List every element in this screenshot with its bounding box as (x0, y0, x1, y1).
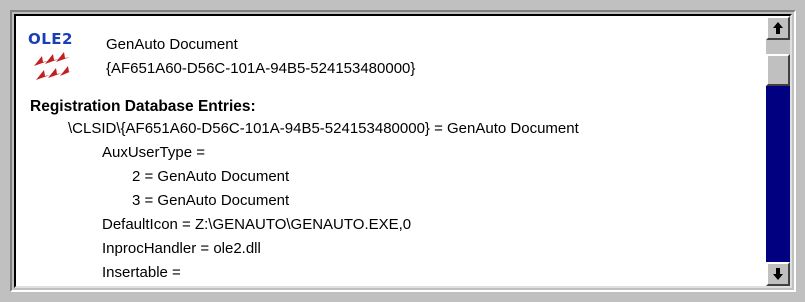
vertical-scrollbar[interactable] (766, 16, 790, 286)
ole2-logo-text: OLE2 (28, 30, 73, 48)
down-arrow-icon (773, 268, 783, 280)
entry-auxusertype: AuxUserType = (102, 144, 205, 161)
entry-insertable: Insertable = (102, 264, 181, 281)
entry-auxusertype-3: 3 = GenAuto Document (132, 192, 290, 209)
entry-auxusertype-2: 2 = GenAuto Document (132, 168, 290, 185)
scroll-thumb[interactable] (766, 54, 790, 86)
ole2-logo-icon: OLE2 (28, 30, 96, 90)
scroll-track-top[interactable] (766, 40, 790, 54)
scroll-up-button[interactable] (766, 16, 790, 40)
red-arrows-icon (34, 52, 72, 80)
section-title: Registration Database Entries: (30, 98, 256, 115)
entry-clsid: \CLSID\{AF651A60-D56C-101A-94B5-52415348… (68, 120, 579, 137)
scroll-down-button[interactable] (766, 262, 790, 286)
object-info-panel: OLE2 GenAuto Document {AF651A60-D56C-101… (14, 14, 792, 288)
up-arrow-icon (773, 22, 783, 34)
content-area: OLE2 GenAuto Document {AF651A60-D56C-101… (16, 16, 766, 286)
entry-defaulticon: DefaultIcon = Z:\GENAUTO\GENAUTO.EXE,0 (102, 216, 412, 233)
document-type-title: GenAuto Document (106, 36, 238, 53)
document-clsid: {AF651A60-D56C-101A-94B5-524153480000} (106, 60, 416, 77)
window-frame: OLE2 GenAuto Document {AF651A60-D56C-101… (10, 10, 796, 292)
entry-inprochandler: InprocHandler = ole2.dll (102, 240, 261, 257)
